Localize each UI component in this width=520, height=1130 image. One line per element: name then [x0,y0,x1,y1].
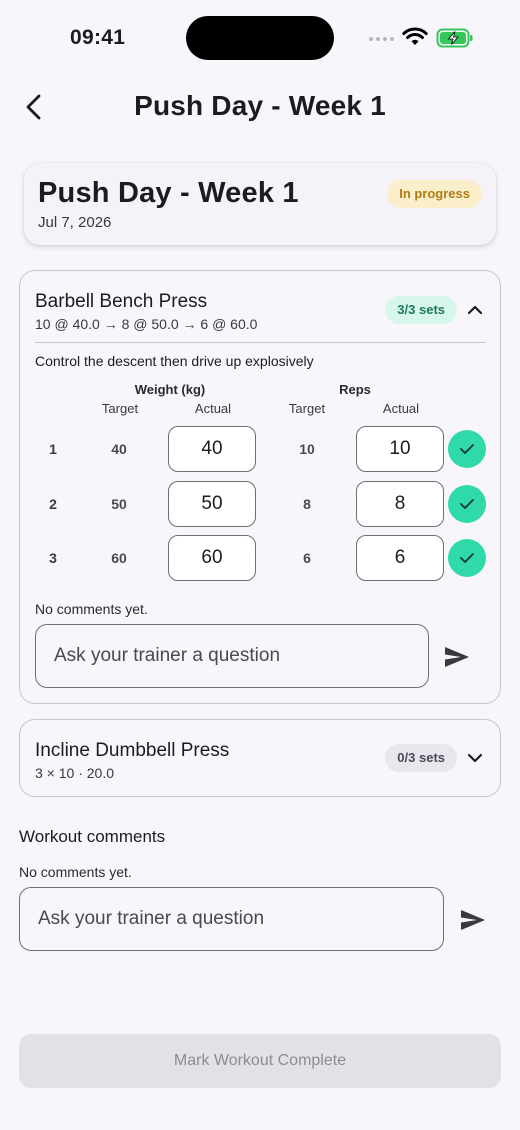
sets-progress-badge: 0/3 sets [385,744,457,772]
workout-date: Jul 7, 2026 [38,214,112,231]
weight-column-header: Weight (kg) [134,382,206,397]
divider [35,342,486,343]
mark-workout-complete-button[interactable]: Mark Workout Complete [19,1034,501,1088]
set-number: 2 [49,496,57,512]
check-icon [460,553,474,563]
sets-progress-badge: 3/3 sets [385,296,457,324]
target-reps: 10 [299,441,315,457]
exercise-card-incline-press[interactable]: Incline Dumbbell Press 3 × 10 · 20.0 0/3… [19,719,501,797]
target-weight: 40 [111,441,127,457]
set-complete-toggle[interactable] [448,539,486,577]
chevron-up-icon [467,305,483,315]
exercise-summary: 3 × 10 · 20.0 [35,765,115,781]
cellular-signal-icon [369,37,394,41]
actual-weight-input[interactable]: 40 [168,426,256,472]
exercise-name: Incline Dumbbell Press [35,740,230,761]
workout-question-input[interactable]: Ask your trainer a question [19,887,444,951]
reps-actual-header: Actual [382,401,420,416]
wifi-icon [402,27,428,45]
exercise-card-bench-press: Barbell Bench Press 10 @ 40.0 → 8 @ 50.0… [19,270,501,704]
check-icon [460,444,474,454]
workout-comments-empty: No comments yet. [19,864,132,880]
status-time: 09:41 [70,26,126,49]
reps-column-header: Reps [339,382,371,397]
send-icon [461,910,485,930]
set-number: 1 [49,441,57,457]
set-number: 3 [49,550,57,566]
weight-target-header: Target [101,401,139,416]
send-icon [445,647,469,667]
exercise-name: Barbell Bench Press [35,291,208,312]
battery-charging-icon [436,28,473,48]
expand-button[interactable] [464,747,486,769]
workout-title: Push Day - Week 1 [38,177,299,209]
chevron-down-icon [467,753,483,763]
status-badge: In progress [387,180,482,208]
send-exercise-question-button[interactable] [442,642,472,672]
check-icon [460,499,474,509]
actual-weight-input[interactable]: 50 [168,481,256,527]
target-weight: 50 [111,496,127,512]
target-weight: 60 [111,550,127,566]
workout-comments-title: Workout comments [19,827,166,846]
target-reps: 8 [303,496,311,512]
actual-reps-input[interactable]: 8 [356,481,444,527]
dynamic-island [186,16,334,60]
target-reps: 6 [303,550,311,566]
collapse-button[interactable] [464,299,486,321]
exercise-comments-empty: No comments yet. [35,601,148,617]
reps-target-header: Target [288,401,326,416]
exercise-question-input[interactable]: Ask your trainer a question [35,624,429,688]
actual-reps-input[interactable]: 10 [356,426,444,472]
actual-weight-input[interactable]: 60 [168,535,256,581]
actual-reps-input[interactable]: 6 [356,535,444,581]
set-complete-toggle[interactable] [448,430,486,468]
exercise-summary: 10 @ 40.0 → 8 @ 50.0 → 6 @ 60.0 [35,316,258,332]
send-workout-question-button[interactable] [458,905,488,935]
workout-header-card: Push Day - Week 1 Jul 7, 2026 In progres… [24,163,496,245]
status-bar: 09:41 [0,0,520,76]
weight-actual-header: Actual [194,401,232,416]
set-complete-toggle[interactable] [448,485,486,523]
page-title: Push Day - Week 1 [134,90,386,121]
app-bar: Push Day - Week 1 [0,76,520,138]
exercise-note: Control the descent then drive up explos… [35,353,314,369]
